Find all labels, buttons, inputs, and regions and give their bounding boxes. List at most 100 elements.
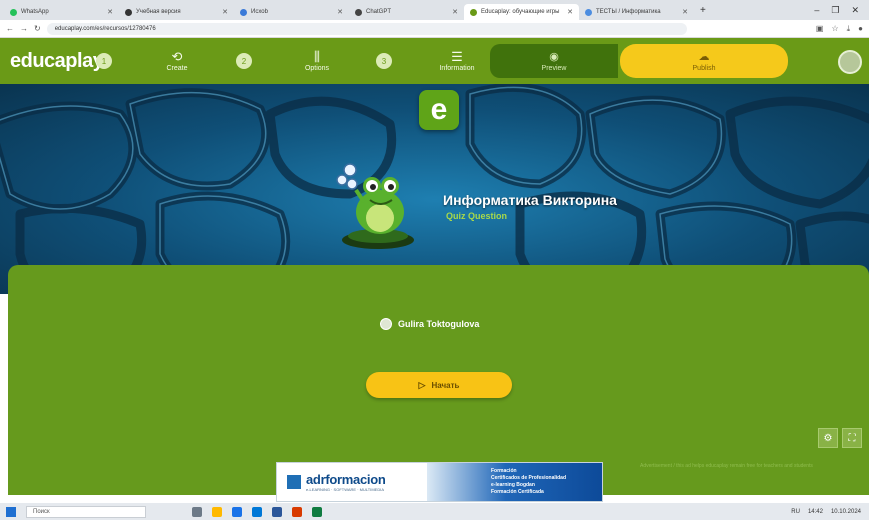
quiz-title: Информатика Викторина bbox=[443, 192, 617, 208]
system-tray: RU 14:42 10.10.2024 bbox=[791, 509, 869, 515]
ad-logo-text: adrformacion bbox=[306, 472, 386, 487]
author-name: Gulira Toktogulova bbox=[398, 319, 480, 329]
reload-icon[interactable]: ↻ bbox=[34, 24, 41, 33]
step-information[interactable]: 3 ☰ Information bbox=[376, 50, 492, 72]
browser-tab[interactable]: ТЕСТЫ / Информатика ✕ bbox=[579, 4, 694, 20]
browser-tab-strip: WhatsApp ✕ Учебная версия ✕ Исхоb ✕ ChatGPT… bbox=[0, 0, 869, 20]
taskbar-apps bbox=[192, 506, 322, 517]
quiz-subtitle: Quiz Question bbox=[446, 211, 508, 221]
clock-date[interactable]: 10.10.2024 bbox=[831, 509, 861, 515]
windows-start-icon[interactable] bbox=[6, 506, 16, 517]
close-tab-icon[interactable]: ✕ bbox=[452, 8, 458, 16]
preview-label: Preview bbox=[541, 65, 567, 72]
ad-tagline: e-LEARNING · SOFTWARE · MULTIMEDIA bbox=[306, 487, 385, 492]
ad-line: e-learning Bogdan bbox=[491, 482, 535, 488]
browser-tab-active[interactable]: Educaplay: обучающие игры ✕ bbox=[464, 4, 579, 20]
chat-icon bbox=[355, 8, 362, 16]
information-button[interactable]: ☰ Information bbox=[422, 50, 492, 72]
close-window-button[interactable]: ✕ bbox=[851, 5, 859, 16]
start-label: Начать bbox=[431, 380, 460, 390]
chrome-icon[interactable] bbox=[232, 506, 242, 517]
screen: WhatsApp ✕ Учебная версия ✕ Исхоb ✕ ChatGPT… bbox=[0, 0, 869, 520]
educaplay-logo[interactable]: educaplay bbox=[0, 50, 104, 73]
create-icon: ⟲ bbox=[171, 49, 183, 64]
page-icon bbox=[240, 8, 247, 16]
ad-line: Formación Certificada bbox=[491, 489, 544, 495]
step-number: 1 bbox=[96, 53, 112, 69]
browser-tab[interactable]: Учебная версия ✕ bbox=[119, 4, 234, 20]
quiz-hero: e Информатика Викторина Quiz Question bbox=[0, 84, 869, 294]
url-input[interactable]: educaplay.com/es/recursos/12780476 bbox=[46, 22, 687, 35]
window-controls: – ❐ ✕ bbox=[814, 5, 869, 16]
excel-icon[interactable] bbox=[312, 506, 322, 517]
information-label: Information bbox=[439, 65, 475, 72]
preview-button[interactable]: ◉ Preview bbox=[490, 44, 618, 78]
ad-text: Formación Certificados de Profesionalida… bbox=[491, 468, 566, 496]
ad-banner[interactable]: adrformacion e-LEARNING · SOFTWARE · MUL… bbox=[276, 462, 603, 502]
author-avatar bbox=[380, 318, 392, 330]
step-number: 2 bbox=[236, 53, 252, 69]
adrformacion-logo-icon bbox=[287, 475, 301, 489]
close-tab-icon[interactable]: ✕ bbox=[107, 8, 113, 16]
upload-icon: ☁ bbox=[698, 51, 710, 63]
minimize-button[interactable]: – bbox=[814, 5, 819, 16]
educaplay-icon bbox=[470, 8, 477, 16]
frog-mascot-image bbox=[336, 163, 414, 249]
ad-image-area: Formación Certificados de Profesionalida… bbox=[427, 463, 602, 501]
address-bar-row: ← → ↻ educaplay.com/es/recursos/12780476… bbox=[0, 20, 869, 38]
step-number: 3 bbox=[376, 53, 392, 69]
settings-button[interactable]: ⚙ bbox=[818, 428, 838, 448]
close-tab-icon[interactable]: ✕ bbox=[567, 8, 573, 16]
extensions-icon[interactable]: ▣ bbox=[816, 24, 824, 34]
browser-tab[interactable]: Исхоb ✕ bbox=[234, 4, 349, 20]
back-icon[interactable]: ← bbox=[6, 24, 14, 33]
step-create[interactable]: 1 ⟲ Create bbox=[96, 50, 212, 72]
whatsapp-icon bbox=[10, 8, 17, 16]
profile-icon[interactable]: ● bbox=[858, 24, 863, 34]
close-tab-icon[interactable]: ✕ bbox=[222, 8, 228, 16]
browser-actions: ▣ ☆ ⤓ ● bbox=[816, 24, 863, 34]
publish-label: Publish bbox=[692, 65, 716, 72]
page-icon bbox=[125, 8, 132, 16]
download-icon[interactable]: ⤓ bbox=[847, 24, 851, 34]
close-tab-icon[interactable]: ✕ bbox=[337, 8, 343, 16]
forward-icon[interactable]: → bbox=[20, 24, 28, 33]
clock-time[interactable]: 14:42 bbox=[808, 509, 823, 515]
taskbar-search-input[interactable]: Поиск bbox=[26, 505, 146, 518]
page-icon bbox=[585, 8, 592, 16]
windows-taskbar: Поиск RU 14:42 10.10.2024 bbox=[0, 503, 869, 520]
create-label: Create bbox=[166, 65, 188, 72]
app-navbar: educaplay 1 ⟲ Create 2 ⫼ Options 3 ☰ Inf… bbox=[0, 38, 869, 84]
publish-button[interactable]: ☁ Publish bbox=[620, 44, 788, 78]
fullscreen-button[interactable]: ⛶ bbox=[842, 428, 862, 448]
eye-icon: ◉ bbox=[549, 51, 559, 63]
ad-logo-area: adrformacion e-LEARNING · SOFTWARE · MUL… bbox=[277, 463, 427, 501]
word-icon[interactable] bbox=[272, 506, 282, 517]
file-explorer-icon[interactable] bbox=[212, 506, 222, 517]
close-tab-icon[interactable]: ✕ bbox=[682, 8, 688, 16]
user-avatar[interactable] bbox=[838, 50, 862, 74]
powerpoint-icon[interactable] bbox=[292, 506, 302, 517]
language-indicator[interactable]: RU bbox=[791, 509, 800, 515]
edge-icon[interactable] bbox=[252, 506, 262, 517]
maximize-button[interactable]: ❐ bbox=[831, 5, 839, 16]
options-icon: ⫼ bbox=[314, 49, 320, 64]
play-icon: ▷ bbox=[418, 379, 426, 390]
start-button[interactable]: ▷ Начать bbox=[366, 372, 512, 398]
create-button[interactable]: ⟲ Create bbox=[142, 50, 212, 72]
ad-line: Certificados de Profesionalidad bbox=[491, 475, 567, 481]
ad-logo-text-group: adrformacion e-LEARNING · SOFTWARE · MUL… bbox=[306, 472, 386, 492]
step-options[interactable]: 2 ⫼ Options bbox=[236, 50, 352, 72]
bookmark-icon[interactable]: ☆ bbox=[831, 24, 838, 34]
ad-line: Formación bbox=[491, 468, 517, 474]
information-icon: ☰ bbox=[451, 49, 463, 64]
browser-tab[interactable]: ChatGPT ✕ bbox=[349, 4, 464, 20]
browser-tab[interactable]: WhatsApp ✕ bbox=[4, 4, 119, 20]
new-tab-button[interactable]: + bbox=[700, 5, 706, 16]
options-label: Options bbox=[304, 65, 330, 72]
author-info: Gulira Toktogulova bbox=[380, 318, 479, 330]
task-view-icon[interactable] bbox=[192, 506, 202, 517]
options-button[interactable]: ⫼ Options bbox=[282, 50, 352, 72]
educaplay-e-logo: e bbox=[419, 90, 459, 130]
ad-notice-text: Advertisement / this ad helps educaplay … bbox=[640, 463, 813, 469]
